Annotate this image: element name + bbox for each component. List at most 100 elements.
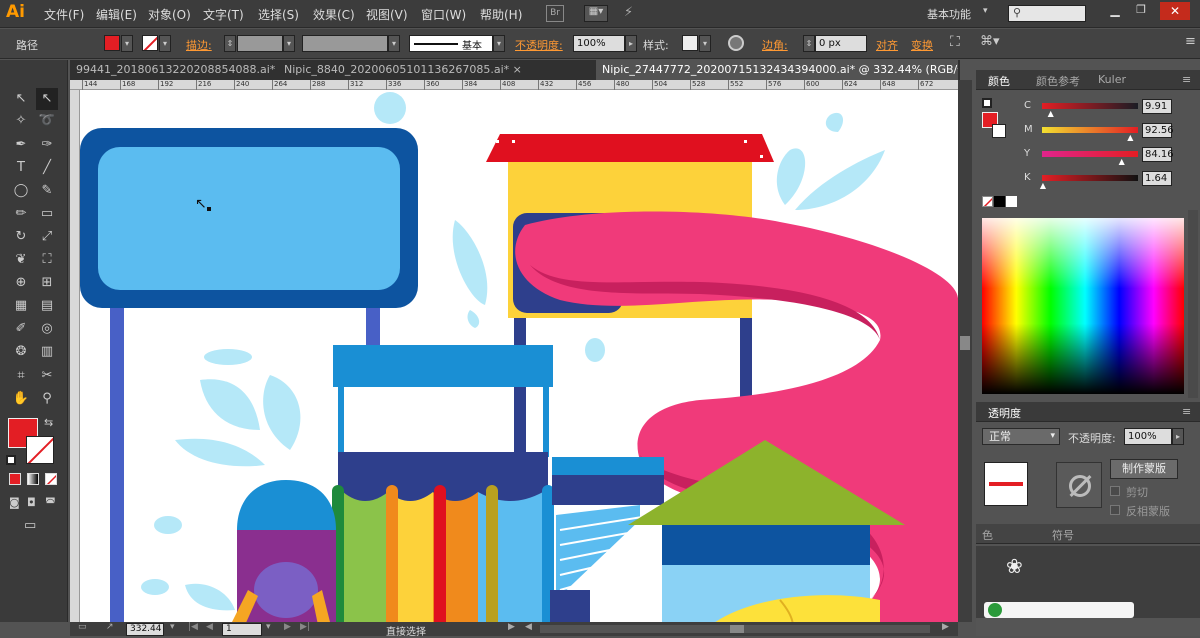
color-spectrum[interactable] [982, 218, 1184, 394]
chevron-right-icon[interactable]: ▸ [625, 35, 637, 52]
zoom-tool-icon[interactable]: ⚲ [36, 388, 58, 410]
last-page-icon[interactable]: ▶| [300, 622, 310, 632]
graphic-style-swatch[interactable] [682, 35, 698, 51]
color-stroke-swatch[interactable] [992, 124, 1006, 138]
menu-view[interactable]: 视图(V) [366, 6, 408, 23]
selection-tool-icon[interactable]: ↖ [10, 88, 32, 110]
close-button[interactable]: ✕ [1160, 2, 1190, 20]
corner-label[interactable]: 边角: [762, 37, 788, 53]
draw-inside-icon[interactable]: ◚ [45, 496, 56, 509]
eraser-tool-icon[interactable]: ▭ [36, 203, 58, 225]
scroll-right-icon[interactable]: ▶ [942, 622, 949, 632]
page-field[interactable]: 1 [222, 623, 262, 636]
color-mode-icon[interactable] [9, 473, 21, 485]
black-swatch[interactable] [994, 196, 1005, 207]
none-mode-icon[interactable] [45, 473, 57, 485]
swap-fill-stroke-icon[interactable]: ⇆ [44, 416, 53, 429]
blend-tool-icon[interactable]: ◎ [36, 318, 58, 340]
fill-swatch[interactable] [104, 35, 120, 51]
opacity-field[interactable]: 100% [573, 35, 625, 52]
slice-tool-icon[interactable]: ✂ [36, 365, 58, 387]
transform-link[interactable]: 变换 [911, 37, 933, 53]
blend-mode-select[interactable]: 正常 ▾ [982, 428, 1060, 445]
restore-button[interactable]: ❐ [1130, 3, 1152, 19]
white-swatch[interactable] [1006, 196, 1017, 207]
tab-kuler[interactable]: Kuler [1098, 73, 1126, 86]
artboard-tool-icon[interactable]: ⌗ [10, 365, 32, 387]
type-tool-icon[interactable]: T [10, 157, 32, 179]
stroke-swatch[interactable] [142, 35, 158, 51]
scroll-thumb[interactable] [960, 336, 970, 350]
screen-mode-icon[interactable]: ▭ [24, 518, 36, 533]
menu-object[interactable]: 对象(O) [148, 6, 191, 23]
select-similar-icon[interactable]: ⌘▾ [980, 34, 1000, 49]
opacity-label[interactable]: 不透明度: [515, 37, 563, 53]
isolate-object-icon[interactable]: ⛶ [950, 34, 960, 50]
tab-document-1[interactable]: 99441_20180613220208854088.ai* × [70, 60, 276, 80]
chevron-down-icon[interactable]: ▾ [121, 35, 133, 52]
lasso-tool-icon[interactable]: ➰ [36, 110, 58, 132]
panel-scrollbar[interactable] [1188, 210, 1198, 398]
paintbrush-tool-icon[interactable]: ✎ [36, 180, 58, 202]
panel-menu-icon[interactable]: ≡ [1185, 34, 1196, 49]
chevron-down-icon[interactable]: ▾ [159, 35, 171, 52]
warp-tool-icon[interactable]: ❦ [10, 249, 32, 271]
clip-checkbox[interactable] [1110, 486, 1120, 496]
previous-page-icon[interactable]: ◀ [206, 622, 213, 632]
scroll-left-icon[interactable]: ◀ [525, 622, 532, 632]
perspective-grid-tool-icon[interactable]: ⊞ [36, 272, 58, 294]
tab-color-guide[interactable]: 颜色参考 [1036, 73, 1080, 89]
stroke-color-swatch[interactable] [26, 436, 54, 464]
column-graph-tool-icon[interactable]: ▥ [36, 341, 58, 363]
chevron-down-icon[interactable]: ▾ [388, 35, 400, 52]
stroke-weight-stepper[interactable]: ⇕ [224, 35, 236, 52]
horizontal-scroll-thumb[interactable] [730, 625, 744, 633]
stroke-weight-field[interactable] [237, 35, 283, 52]
symbol-sprayer-tool-icon[interactable]: ❂ [10, 341, 32, 363]
recolor-artwork-icon[interactable] [728, 35, 744, 51]
search-input[interactable]: ⚲ [1008, 5, 1086, 22]
brush-definition[interactable]: 基本 [409, 35, 493, 52]
pencil-tool-icon[interactable]: ✏ [10, 203, 32, 225]
channel-k-field[interactable]: 1.64 [1142, 171, 1172, 186]
draw-normal-icon[interactable]: ◙ [9, 496, 20, 509]
free-transform-tool-icon[interactable]: ⛶ [36, 249, 58, 271]
direct-selection-tool-icon[interactable]: ↖ [36, 88, 58, 110]
menu-effect[interactable]: 效果(C) [313, 6, 355, 23]
menu-file[interactable]: 文件(F) [44, 6, 84, 23]
tab-document-active[interactable]: Nipic_27447772_20200715132434394000.ai* … [596, 60, 958, 80]
mesh-tool-icon[interactable]: ▦ [10, 295, 32, 317]
align-link[interactable]: 对齐 [876, 37, 898, 53]
tab-color[interactable]: 颜色 [988, 73, 1010, 89]
channel-c-slider[interactable] [1042, 103, 1138, 109]
workspace-switcher[interactable]: 基本功能 [927, 6, 971, 22]
tab-swatches[interactable]: 色 [982, 527, 993, 543]
channel-k-slider[interactable] [1042, 175, 1138, 181]
mask-thumbnail[interactable] [1056, 462, 1102, 508]
chevron-right-icon[interactable]: ▸ [1172, 428, 1184, 445]
next-page-icon[interactable]: ▶ [284, 622, 291, 632]
chevron-right-icon[interactable]: ▶ [508, 622, 515, 632]
panel-menu-icon[interactable]: ≡ [1182, 73, 1191, 86]
panel-menu-icon[interactable]: ≡ [1182, 405, 1191, 418]
transparency-opacity-field[interactable]: 100% [1124, 428, 1172, 445]
channel-m-slider[interactable] [1042, 127, 1138, 133]
zoom-field[interactable]: 332.44 [126, 623, 164, 636]
stroke-label[interactable]: 描边: [186, 37, 212, 53]
arrange-documents-icon[interactable]: ▦▾ [584, 5, 608, 22]
channel-c-field[interactable]: 9.91 [1142, 99, 1172, 114]
chevron-down-icon[interactable]: ▾ [283, 35, 295, 52]
menu-window[interactable]: 窗口(W) [421, 6, 466, 23]
invert-mask-checkbox[interactable] [1110, 505, 1120, 515]
artboard-canvas[interactable]: ↖ [80, 90, 958, 622]
ellipse-tool-icon[interactable]: ◯ [10, 180, 32, 202]
shape-builder-tool-icon[interactable]: ⊕ [10, 272, 32, 294]
horizontal-ruler[interactable]: 144 168 192 216 240 264 288 312 336 360 384 408 432 4… [70, 80, 958, 90]
channel-y-thumb[interactable]: ▲ [1119, 157, 1125, 166]
eyedropper-tool-icon[interactable]: ✐ [10, 318, 32, 340]
tab-transparency[interactable]: 透明度 [988, 405, 1021, 421]
rotate-tool-icon[interactable]: ↻ [10, 226, 32, 248]
channel-y-field[interactable]: 84.16 [1142, 147, 1174, 162]
hand-tool-icon[interactable]: ✋ [10, 388, 32, 410]
tab-symbols[interactable]: 符号 [1052, 527, 1074, 543]
